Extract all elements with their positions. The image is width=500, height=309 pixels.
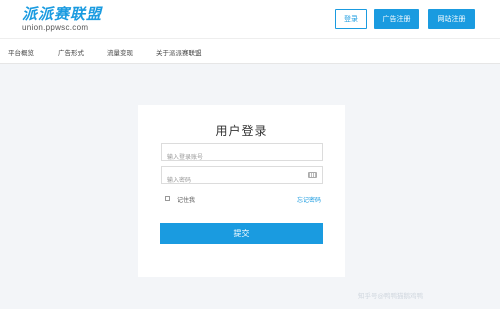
password-input[interactable] <box>162 172 302 189</box>
forgot-password-link[interactable]: 忘记密码 <box>297 195 321 204</box>
remember-checkbox[interactable] <box>165 196 170 201</box>
logo-text: 派派赛联盟 <box>22 5 103 23</box>
watermark-text: 知乎号@鸭鸭猫鹅鸡鸭 <box>358 292 423 300</box>
site-logo[interactable]: 派派赛联盟 union.ppwsc.com <box>22 5 103 33</box>
site-register-button[interactable]: 网站注册 <box>428 9 475 29</box>
nav-item-overview[interactable]: 平台概览 <box>8 47 34 57</box>
nav-item-ad-formats[interactable]: 广告形式 <box>58 47 84 57</box>
keyboard-icon[interactable] <box>308 172 317 178</box>
password-field <box>161 166 323 189</box>
nav-item-monetization[interactable]: 流量变现 <box>107 47 133 57</box>
logo-domain: union.ppwsc.com <box>22 23 89 32</box>
submit-button[interactable]: 提交 <box>160 223 323 244</box>
main-nav: 平台概览 广告形式 流量变现 关于派派赛联盟 <box>0 38 500 64</box>
top-header: 派派赛联盟 union.ppwsc.com 登录 广告注册 网站注册 <box>0 0 500 38</box>
account-field <box>161 143 323 166</box>
login-title: 用户登录 <box>215 124 268 138</box>
login-button[interactable]: 登录 <box>335 9 367 29</box>
nav-item-about[interactable]: 关于派派赛联盟 <box>156 47 202 57</box>
login-card: 用户登录 记住我 忘记密码 提交 <box>138 105 345 277</box>
remember-label: 记住我 <box>177 197 196 204</box>
ad-register-button[interactable]: 广告注册 <box>374 9 419 29</box>
account-input[interactable] <box>162 149 302 166</box>
